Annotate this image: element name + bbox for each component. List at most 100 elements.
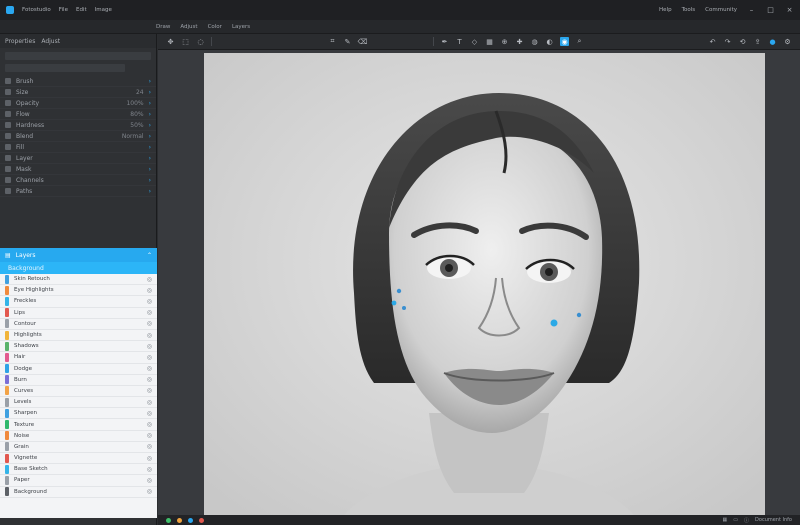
visibility-eye-icon[interactable]: ◎ <box>147 421 152 428</box>
tab-draw[interactable]: Draw <box>156 24 170 30</box>
color-picker-icon[interactable]: ◉ <box>560 37 569 46</box>
layers-subheader[interactable]: Background <box>0 262 157 274</box>
close-icon[interactable]: × <box>785 6 794 15</box>
visibility-eye-icon[interactable]: ◎ <box>147 343 152 350</box>
gear-icon[interactable]: ⚙ <box>783 37 792 46</box>
move-tool-icon[interactable]: ✥ <box>166 37 175 46</box>
visibility-eye-icon[interactable]: ◎ <box>147 287 152 294</box>
layer-item[interactable]: Background ◎ <box>0 487 157 498</box>
menu-file[interactable]: File <box>59 7 68 13</box>
layer-item[interactable]: Highlights ◎ <box>0 330 157 342</box>
property-row[interactable]: Mask › <box>0 164 156 175</box>
chevron-icon[interactable]: › <box>149 144 151 151</box>
history-icon[interactable]: ⟲ <box>738 37 747 46</box>
visibility-eye-icon[interactable]: ◎ <box>147 455 152 462</box>
layer-item[interactable]: Curves ◎ <box>0 386 157 398</box>
property-value[interactable]: Normal <box>122 133 144 140</box>
visibility-eye-icon[interactable]: ◎ <box>147 387 152 394</box>
chevron-icon[interactable]: › <box>149 111 151 118</box>
layer-item[interactable]: Skin Retouch ◎ <box>0 274 157 286</box>
minimize-icon[interactable]: – <box>747 6 756 15</box>
visibility-eye-icon[interactable]: ◎ <box>147 477 152 484</box>
property-row[interactable]: Opacity 100% › <box>0 98 156 109</box>
menu-help[interactable]: Help <box>659 7 672 13</box>
layer-item[interactable]: Noise ◎ <box>0 431 157 442</box>
shape-tool-icon[interactable]: ◇ <box>470 37 479 46</box>
menu-image[interactable]: Image <box>95 7 112 13</box>
visibility-eye-icon[interactable]: ◎ <box>147 443 152 450</box>
gradient-tool-icon[interactable]: ▦ <box>485 37 494 46</box>
chevron-icon[interactable]: › <box>149 78 151 85</box>
layer-item[interactable]: Burn ◎ <box>0 375 157 386</box>
properties-title[interactable]: Properties <box>5 38 35 45</box>
visibility-eye-icon[interactable]: ◎ <box>147 488 152 495</box>
property-value[interactable]: 50% <box>130 122 143 129</box>
redo-icon[interactable]: ↷ <box>723 37 732 46</box>
layer-item[interactable]: Eye Highlights ◎ <box>0 285 157 297</box>
heal-tool-icon[interactable]: ✚ <box>515 37 524 46</box>
property-row[interactable]: Paths › <box>0 186 156 197</box>
zoom-tool-icon[interactable]: ⌕ <box>575 37 584 46</box>
artboard[interactable] <box>204 53 765 515</box>
visibility-eye-icon[interactable]: ◎ <box>147 410 152 417</box>
property-value[interactable]: 100% <box>126 100 143 107</box>
settings-icon[interactable]: ● <box>768 37 777 46</box>
text-tool-icon[interactable]: T <box>455 37 464 46</box>
select-tool-icon[interactable]: ⬚ <box>181 37 190 46</box>
property-row[interactable]: Blend Normal › <box>0 131 156 142</box>
layer-item[interactable]: Hair ◎ <box>0 352 157 364</box>
layers-menu-icon[interactable]: ⌃ <box>147 252 152 259</box>
chevron-icon[interactable]: › <box>149 177 151 184</box>
visibility-eye-icon[interactable]: ◎ <box>147 332 152 339</box>
dodge-tool-icon[interactable]: ◐ <box>545 37 554 46</box>
visibility-eye-icon[interactable]: ◎ <box>147 354 152 361</box>
layer-item[interactable]: Vignette ◎ <box>0 453 157 465</box>
layer-item[interactable]: Lips ◎ <box>0 308 157 319</box>
pen-tool-icon[interactable]: ✒ <box>440 37 449 46</box>
property-row[interactable]: Layer › <box>0 153 156 164</box>
eraser-tool-icon[interactable]: ⌫ <box>358 37 368 46</box>
property-row[interactable]: Fill › <box>0 142 156 153</box>
visibility-eye-icon[interactable]: ◎ <box>147 399 152 406</box>
layer-item[interactable]: Levels ◎ <box>0 397 157 409</box>
layer-item[interactable]: Freckles ◎ <box>0 296 157 308</box>
visibility-eye-icon[interactable]: ◎ <box>147 466 152 473</box>
undo-icon[interactable]: ↶ <box>708 37 717 46</box>
crop-tool-icon[interactable]: ⌗ <box>328 37 337 46</box>
lasso-tool-icon[interactable]: ◌ <box>196 37 205 46</box>
menu-app[interactable]: Fotostudio <box>22 7 51 13</box>
ruler-icon[interactable]: ▭ <box>733 517 738 523</box>
visibility-eye-icon[interactable]: ◎ <box>147 365 152 372</box>
brush-tool-icon[interactable]: ✎ <box>343 37 352 46</box>
preset-field-2[interactable] <box>5 64 125 72</box>
share-icon[interactable]: ⇪ <box>753 37 762 46</box>
layer-item[interactable]: Base Sketch ◎ <box>0 464 157 476</box>
chevron-icon[interactable]: › <box>149 155 151 162</box>
layer-item[interactable]: Texture ◎ <box>0 419 157 431</box>
clone-tool-icon[interactable]: ⊕ <box>500 37 509 46</box>
chevron-icon[interactable]: › <box>149 100 151 107</box>
property-row[interactable]: Channels › <box>0 175 156 186</box>
menu-edit[interactable]: Edit <box>76 7 87 13</box>
preset-field-1[interactable] <box>5 52 151 60</box>
visibility-eye-icon[interactable]: ◎ <box>147 276 152 283</box>
menu-tools[interactable]: Tools <box>682 7 696 13</box>
property-row[interactable]: Flow 80% › <box>0 109 156 120</box>
tab-color[interactable]: Color <box>208 24 222 30</box>
visibility-eye-icon[interactable]: ◎ <box>147 298 152 305</box>
layer-item[interactable]: Shadows ◎ <box>0 341 157 353</box>
visibility-eye-icon[interactable]: ◎ <box>147 320 152 327</box>
layer-item[interactable]: Contour ◎ <box>0 319 157 330</box>
canvas-area[interactable] <box>158 50 800 515</box>
document-info[interactable]: Document Info <box>755 517 792 523</box>
adjust-title[interactable]: Adjust <box>41 38 60 45</box>
layer-item[interactable]: Sharpen ◎ <box>0 408 157 420</box>
chevron-icon[interactable]: › <box>149 188 151 195</box>
visibility-eye-icon[interactable]: ◎ <box>147 376 152 383</box>
menu-community[interactable]: Community <box>705 7 737 13</box>
property-row[interactable]: Brush › <box>0 76 156 87</box>
layers-header[interactable]: ▤ Layers ⌃ <box>0 248 157 262</box>
blur-tool-icon[interactable]: ◍ <box>530 37 539 46</box>
property-row[interactable]: Hardness 50% › <box>0 120 156 131</box>
property-value[interactable]: 24 <box>136 89 144 96</box>
